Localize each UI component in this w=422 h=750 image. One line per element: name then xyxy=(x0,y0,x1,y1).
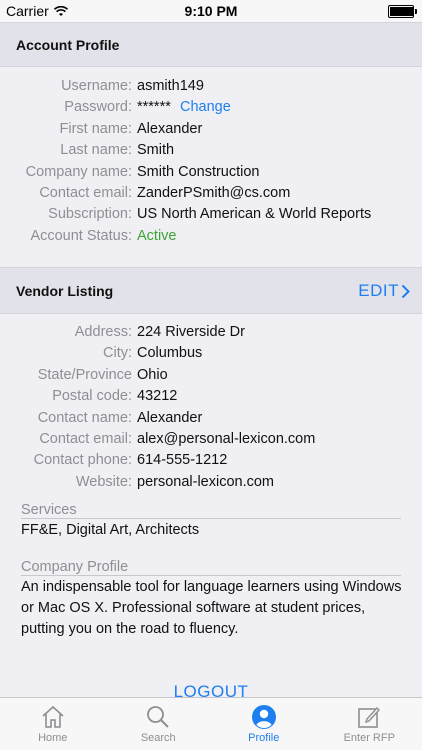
vendor-field-row: Contact email: alex@personal-lexicon.com xyxy=(0,431,422,453)
account-profile-title: Account Profile xyxy=(16,37,120,53)
account-status-value: Active xyxy=(137,227,177,244)
field-label: Website: xyxy=(75,473,132,490)
vendor-field-row: Postal code: 43212 xyxy=(0,388,422,410)
account-field-row: Username: asmith149 xyxy=(0,78,422,100)
field-label: Company name: xyxy=(25,163,132,180)
vendor-listing-title: Vendor Listing xyxy=(16,283,114,299)
services-value: FF&E, Digital Art, Architects xyxy=(21,522,200,538)
company-profile-divider xyxy=(21,575,401,576)
tab-enter-rfp-label: Enter RFP xyxy=(343,732,395,744)
account-field-row: First name: Alexander xyxy=(0,121,422,143)
field-value: Alexander xyxy=(137,409,203,426)
field-value: 224 Riverside Dr xyxy=(137,324,245,340)
field-value: Columbus xyxy=(137,345,203,362)
vendor-field-row: Contact name: Alexander xyxy=(0,410,422,432)
field-value: asmith149 xyxy=(137,78,204,94)
services-divider xyxy=(21,518,401,519)
account-field-row: Contact email: ZanderPSmith@cs.com xyxy=(0,185,422,207)
tab-search-label: Search xyxy=(140,732,176,744)
vendor-field-row: Address: 224 Riverside Dr xyxy=(0,324,422,346)
account-field-row: Password: ****** Change xyxy=(0,99,422,121)
account-field-row: Account Status: Active xyxy=(0,228,422,250)
tab-search[interactable]: Search xyxy=(106,698,212,750)
account-field-row: Company name: Smith Construction xyxy=(0,164,422,186)
field-label: Postal code: xyxy=(52,388,132,405)
tab-profile-label: Profile xyxy=(248,732,280,744)
field-value: US North American & World Reports xyxy=(137,206,372,223)
status-bar: Carrier 9:10 PM xyxy=(0,0,422,22)
compose-icon xyxy=(358,706,381,728)
vendor-field-row: State/Province Ohio xyxy=(0,367,422,389)
field-value: personal-lexicon.com xyxy=(137,473,275,490)
profile-icon xyxy=(251,705,276,729)
field-label: Password: xyxy=(64,99,132,116)
battery-fill xyxy=(390,7,413,16)
home-icon xyxy=(42,705,64,728)
edit-label: EDIT xyxy=(358,281,399,300)
vendor-field-row: City: Columbus xyxy=(0,345,422,367)
field-value: ZanderPSmith@cs.com xyxy=(137,185,291,201)
company-profile-label: Company Profile xyxy=(21,559,129,575)
chevron-right-icon xyxy=(401,284,410,298)
field-label: Account Status: xyxy=(30,227,132,244)
account-field-row: Subscription: US North American & World R… xyxy=(0,206,422,228)
field-label: Contact name: xyxy=(37,409,132,426)
field-label: Subscription: xyxy=(48,206,132,223)
field-value: Smith xyxy=(137,142,175,159)
tab-enter-rfp[interactable]: Enter RFP xyxy=(317,698,422,750)
field-value: 614-555-1212 xyxy=(137,452,228,469)
account-profile-header: Account Profile xyxy=(0,22,422,67)
tab-bar: Home Search Profile Enter RFP xyxy=(0,697,422,750)
field-value: ****** xyxy=(137,99,171,116)
field-value: Smith Construction xyxy=(137,163,260,180)
edit-button[interactable]: EDIT xyxy=(358,281,410,301)
field-label: Contact email: xyxy=(39,185,132,201)
change-password-link[interactable]: Change xyxy=(180,99,231,115)
field-value: Alexander xyxy=(137,120,203,137)
vendor-field-row: Website: personal-lexicon.com xyxy=(0,474,422,496)
field-value: alex@personal-lexicon.com xyxy=(137,431,316,447)
field-label: Contact phone: xyxy=(33,452,132,469)
field-label: First name: xyxy=(59,120,132,137)
tab-home-label: Home xyxy=(38,732,68,744)
field-value: Ohio xyxy=(137,366,168,383)
status-time: 9:10 PM xyxy=(184,3,238,19)
vendor-field-row: Contact phone: 614-555-1212 xyxy=(0,452,422,474)
field-value: 43212 xyxy=(137,388,178,405)
tab-profile[interactable]: Profile xyxy=(211,698,317,750)
company-profile-value: An indispensable tool for language learn… xyxy=(21,579,402,637)
vendor-listing-header: Vendor Listing EDIT xyxy=(0,267,422,314)
tab-home[interactable]: Home xyxy=(0,698,106,750)
battery-icon xyxy=(388,5,417,18)
field-label: Username: xyxy=(61,78,132,94)
field-label: Contact email: xyxy=(39,431,132,447)
account-field-row: Last name: Smith xyxy=(0,142,422,164)
field-label: Last name: xyxy=(60,142,132,159)
field-label: State/Province xyxy=(37,366,132,383)
field-label: City: xyxy=(103,345,132,362)
search-icon xyxy=(147,706,169,728)
field-label: Address: xyxy=(74,324,132,340)
services-label: Services xyxy=(21,502,77,518)
